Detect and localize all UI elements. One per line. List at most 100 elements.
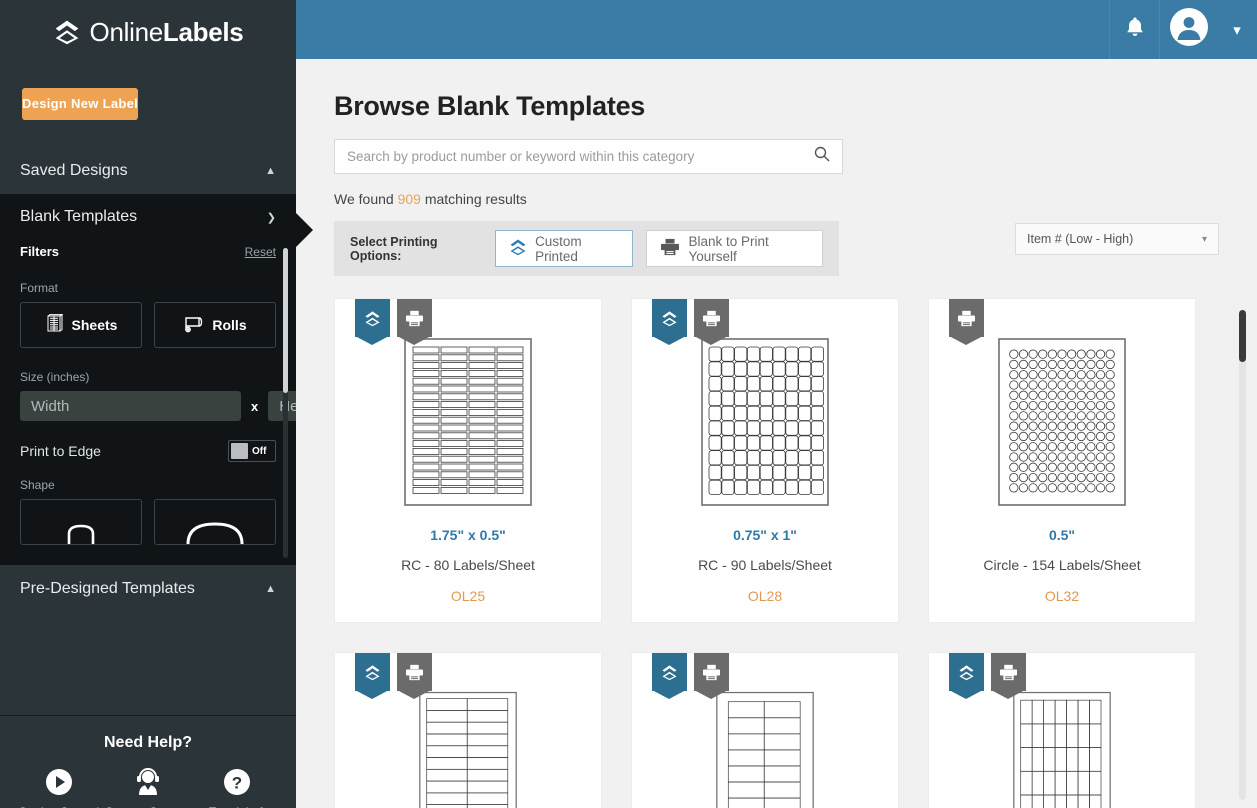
template-preview (929, 691, 1195, 808)
sheet-icon (45, 313, 64, 337)
printing-options-label: Select Printing Options: (350, 234, 438, 263)
account-menu-caret[interactable]: ▾ (1217, 0, 1257, 59)
card-description: Circle - 154 Labels/Sheet (983, 557, 1141, 573)
layers-diamond-icon (53, 18, 81, 46)
top-bar: ▾ (296, 0, 1257, 59)
template-card[interactable]: 0.75" x 1" RC - 90 Labels/Sheet OL28 (631, 298, 899, 623)
template-preview (632, 691, 898, 808)
layers-diamond-icon (509, 238, 527, 259)
card-sku: OL32 (1044, 588, 1080, 604)
question-circle-icon: ? (193, 766, 282, 798)
blank-print-badge (991, 653, 1026, 699)
search-bar[interactable] (334, 139, 843, 174)
results-prefix: We found (334, 191, 394, 207)
roll-icon (183, 314, 203, 337)
help-item-contact-support[interactable]: Contact Support (103, 766, 192, 808)
template-preview (335, 337, 601, 507)
sidebar-item-pre-designed-templates[interactable]: Pre-Designed Templates ▲ (0, 565, 296, 613)
print-to-edge-toggle[interactable]: Off (228, 440, 276, 462)
template-preview (632, 337, 898, 507)
filters-scrollbar-track[interactable] (283, 248, 288, 558)
help-item-getting-started[interactable]: Getting Started (14, 766, 103, 808)
template-preview (335, 691, 601, 808)
sidebar-spacer (0, 613, 296, 715)
filters-panel: Filters Reset Format Sheets Rolls Size (… (0, 240, 296, 565)
blank-print-badge (949, 299, 984, 345)
sidebar-item-label: Pre-Designed Templates (20, 580, 195, 597)
shape-label: Shape (20, 478, 55, 492)
user-circle-icon (1169, 7, 1209, 52)
card-description: RC - 80 Labels/Sheet (401, 557, 535, 573)
print-option-label: Custom Printed (535, 233, 582, 264)
print-option-custom-printed[interactable]: Custom Printed (495, 230, 634, 267)
custom-printed-badge (949, 653, 984, 699)
template-card[interactable]: 1.75" x 0.5" RC - 80 Labels/Sheet OL25 (334, 298, 602, 623)
app-root: OnlineLabels Design New Label Saved Desi… (0, 0, 1257, 808)
format-option-label: Sheets (71, 317, 118, 333)
toggle-knob (231, 443, 248, 459)
chevron-up-icon: ▲ (265, 583, 276, 595)
card-size: 0.5" (1048, 527, 1076, 543)
page-scrollbar-track[interactable] (1239, 310, 1246, 800)
card-badges (652, 653, 729, 699)
brand-logo[interactable]: OnlineLabels (0, 0, 296, 60)
toggle-state-label: Off (252, 445, 267, 457)
print-option-blank-to-print[interactable]: Blank to Print Yourself (646, 230, 823, 267)
card-size: 1.75" x 0.5" (430, 527, 506, 543)
format-option-label: Rolls (212, 317, 247, 333)
main-panel: ▾ Browse Blank Templates We found 909 ma… (296, 0, 1257, 808)
help-item-tutorials-articles[interactable]: ? Tutorials & Articles (193, 766, 282, 808)
format-option-sheets[interactable]: Sheets (20, 302, 142, 348)
chevron-up-icon: ▲ (265, 165, 276, 177)
chevron-right-icon: ❯ (266, 211, 276, 224)
card-badges (949, 299, 984, 345)
template-card[interactable] (631, 652, 899, 808)
shape-option-oval[interactable] (154, 499, 276, 545)
blank-print-badge (397, 653, 432, 699)
sort-dropdown-value: Item # (Low - High) (1027, 232, 1134, 246)
template-card[interactable]: 0.5" Circle - 154 Labels/Sheet OL32 (928, 298, 1196, 623)
notifications-button[interactable] (1109, 0, 1159, 59)
printing-options-bar: Select Printing Options: Custom Printed (334, 221, 839, 276)
filters-scrollbar-thumb[interactable] (283, 248, 288, 393)
card-sku: OL28 (747, 588, 783, 604)
custom-printed-badge (355, 653, 390, 699)
template-card[interactable] (334, 652, 602, 808)
filters-title: Filters (20, 244, 60, 259)
search-icon[interactable] (814, 146, 830, 167)
template-preview (929, 337, 1195, 507)
format-label: Format (20, 281, 59, 295)
sort-dropdown[interactable]: Item # (Low - High) ▾ (1015, 223, 1219, 255)
template-card[interactable] (928, 652, 1196, 808)
results-count-line: We found 909 matching results (334, 191, 1219, 207)
need-help-panel: Need Help? Getting Started (0, 715, 296, 808)
shape-option-rounded-rect[interactable] (20, 499, 142, 545)
design-new-label-button[interactable]: Design New Label (22, 88, 139, 120)
sidebar-item-blank-templates[interactable]: Blank Templates ❯ (0, 194, 296, 240)
play-circle-icon (14, 766, 103, 798)
page-scrollbar-thumb[interactable] (1239, 310, 1246, 362)
filters-reset-link[interactable]: Reset (245, 245, 276, 259)
sidebar: OnlineLabels Design New Label Saved Desi… (0, 0, 296, 808)
account-button[interactable] (1159, 0, 1217, 59)
agent-headset-icon (103, 766, 192, 798)
brand-name-bold: Labels (162, 16, 244, 47)
custom-printed-badge (652, 299, 687, 345)
page-title: Browse Blank Templates (334, 91, 646, 121)
width-input[interactable] (20, 391, 241, 421)
custom-printed-badge (355, 299, 390, 345)
sidebar-item-saved-designs[interactable]: Saved Designs ▲ (0, 148, 296, 194)
search-input[interactable] (347, 149, 814, 164)
results-count: 909 (397, 191, 421, 207)
printer-icon (660, 238, 680, 259)
format-option-rolls[interactable]: Rolls (154, 302, 276, 348)
card-badges (652, 299, 729, 345)
size-separator: x (251, 398, 259, 414)
blank-print-badge (397, 299, 432, 345)
blank-print-badge (694, 653, 729, 699)
card-badges (355, 653, 432, 699)
sidebar-item-label: Saved Designs (20, 162, 128, 179)
print-option-label: Blank to Print Yourself (688, 233, 769, 264)
blank-print-badge (694, 299, 729, 345)
template-grid: 1.75" x 0.5" RC - 80 Labels/Sheet OL25 0… (334, 298, 1219, 808)
